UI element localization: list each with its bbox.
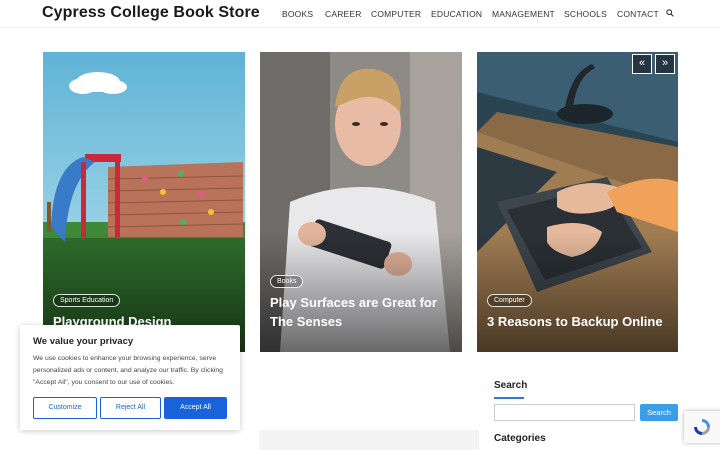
main-nav: BOOKS CAREER COMPUTER EDUCATION MANAGEME…	[0, 9, 720, 21]
recaptcha-icon	[694, 419, 710, 435]
cookie-reject-button[interactable]: Reject All	[100, 397, 161, 419]
slider-card-backup[interactable]: Computer 3 Reasons to Backup Online	[477, 52, 678, 352]
nav-item-education[interactable]: EDUCATION	[431, 9, 482, 19]
nav-item-career[interactable]: CAREER	[325, 9, 362, 19]
card-title[interactable]: Play Surfaces are Great for The Senses	[270, 293, 454, 331]
card-shade	[477, 232, 678, 352]
sidebar-search-heading: Search	[494, 380, 528, 391]
header-divider	[0, 27, 720, 28]
nav-item-management[interactable]: MANAGEMENT	[492, 9, 555, 19]
search-icon[interactable]	[666, 9, 674, 17]
sidebar-search-button[interactable]: Search	[640, 404, 678, 421]
slider-prev-button[interactable]: «	[632, 54, 652, 74]
card-category-badge[interactable]: Sports Education	[53, 294, 121, 307]
nav-item-books[interactable]: BOOKS	[282, 9, 313, 19]
cookie-consent-banner: We value your privacy We use cookies to …	[20, 325, 240, 430]
nav-item-contact[interactable]: CONTACT	[617, 9, 659, 19]
slider-next-button[interactable]: »	[655, 54, 675, 74]
cookie-accept-button[interactable]: Accept All	[164, 397, 227, 419]
post-card-placeholder	[259, 430, 479, 450]
card-category-badge[interactable]: Computer	[487, 294, 532, 307]
card-category-badge[interactable]: Books	[270, 275, 304, 288]
card-title[interactable]: 3 Reasons to Backup Online	[487, 312, 670, 331]
nav-item-schools[interactable]: SCHOOLS	[564, 9, 607, 19]
cookie-customize-button[interactable]: Customize	[33, 397, 97, 419]
sidebar-heading-underline	[494, 397, 524, 399]
cookie-banner-title: We value your privacy	[33, 336, 134, 347]
card-shade	[260, 232, 462, 352]
slider-card-playground[interactable]: Sports Education Playground Design	[43, 52, 245, 352]
slider-card-senses[interactable]: Books Play Surfaces are Great for The Se…	[260, 52, 462, 352]
sidebar-categories-heading: Categories	[494, 433, 546, 444]
sidebar-search-input[interactable]	[494, 404, 635, 421]
cookie-banner-text: We use cookies to enhance your browsing …	[33, 355, 223, 386]
recaptcha-badge[interactable]	[684, 411, 720, 443]
nav-item-computer[interactable]: COMPUTER	[371, 9, 421, 19]
